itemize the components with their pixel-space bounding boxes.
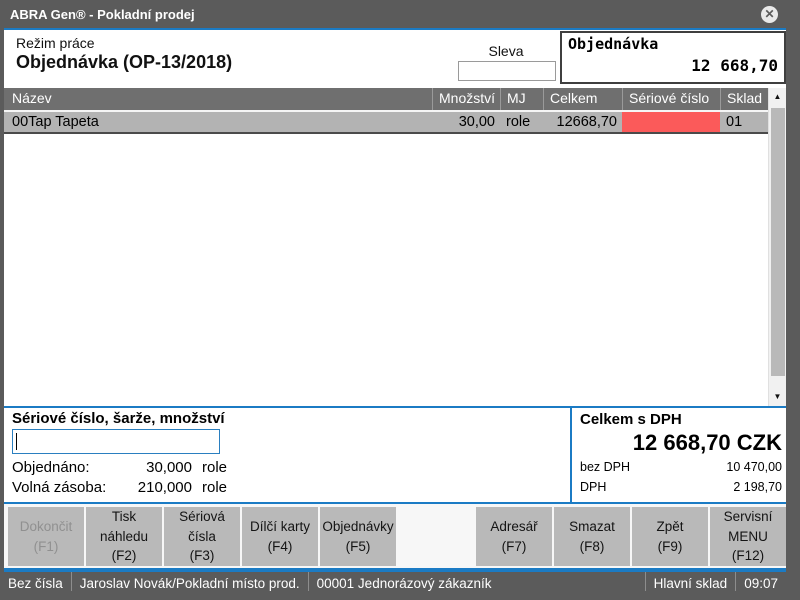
column-header-mj: MJ xyxy=(500,88,543,110)
serial-entry-input[interactable] xyxy=(12,429,220,454)
print-preview-button[interactable]: Tisk náhledu (F2) xyxy=(86,507,162,566)
serial-numbers-button[interactable]: Sériová čísla (F3) xyxy=(164,507,240,566)
column-header-sklad: Sklad xyxy=(720,88,768,110)
table-header: Název Množství MJ Celkem Sériové číslo S… xyxy=(4,88,786,110)
orders-button[interactable]: Objednávky (F5) xyxy=(320,507,396,566)
titlebar: ABRA Gen® - Pokladní prodej ✕ xyxy=(0,0,800,28)
status-user-pos: Jaroslav Novák/Pokladní místo prod. xyxy=(71,572,308,591)
finish-button[interactable]: Dokončit (F1) xyxy=(8,507,84,566)
pos-window: ABRA Gen® - Pokladní prodej ✕ Režim prác… xyxy=(0,0,800,600)
address-book-button[interactable]: Adresář (F7) xyxy=(476,507,552,566)
statusbar: Bez čísla Jaroslav Novák/Pokladní místo … xyxy=(4,570,786,600)
ordered-unit: role xyxy=(202,458,227,478)
work-mode: Režim práce Objednávka (OP-13/2018) xyxy=(16,35,232,73)
window-title: ABRA Gen® - Pokladní prodej xyxy=(0,0,800,22)
cell-nazev: 00Tap Tapeta xyxy=(4,112,432,132)
delete-button[interactable]: Smazat (F8) xyxy=(554,507,630,566)
close-icon[interactable]: ✕ xyxy=(761,6,778,23)
scrollbar-thumb[interactable] xyxy=(771,108,785,376)
display-amount: 12 668,70 xyxy=(568,56,778,75)
text-caret xyxy=(16,433,17,450)
status-customer: 00001 Jednorázový zákazník xyxy=(308,572,645,591)
stock-info: Objednáno: 30,000 role Volná zásoba: 210… xyxy=(12,458,227,498)
totals-title: Celkem s DPH xyxy=(580,411,782,428)
detail-panel: Sériové číslo, šarže, množství Objednáno… xyxy=(4,406,786,504)
cell-seriove-cislo-missing xyxy=(622,112,720,132)
free-stock-label: Volná zásoba: xyxy=(12,478,112,498)
column-header-seriove-cislo: Sériové číslo xyxy=(622,88,720,110)
work-mode-panel: Režim práce Objednávka (OP-13/2018) Slev… xyxy=(4,28,786,88)
items-table: Název Množství MJ Celkem Sériové číslo S… xyxy=(4,88,786,406)
total-without-vat-row: bez DPH 10 470,00 xyxy=(580,458,782,476)
button-spacer xyxy=(398,507,474,566)
serial-entry: Sériové číslo, šarže, množství Objednáno… xyxy=(12,410,227,498)
free-stock-unit: role xyxy=(202,478,227,498)
service-menu-button[interactable]: Servisní MENU (F12) xyxy=(710,507,786,566)
vat-value: 2 198,70 xyxy=(733,478,782,496)
column-header-nazev: Název xyxy=(4,88,432,110)
customer-display: Objednávka 12 668,70 xyxy=(560,31,786,84)
without-vat-value: 10 470,00 xyxy=(726,458,782,476)
discount-label: Sleva xyxy=(456,43,556,59)
scroll-up-icon[interactable]: ▲ xyxy=(769,88,786,106)
work-mode-value: Objednávka (OP-13/2018) xyxy=(16,52,232,73)
cell-mj: role xyxy=(500,112,543,132)
sub-cards-button[interactable]: Dílčí karty (F4) xyxy=(242,507,318,566)
discount-input[interactable] xyxy=(458,61,556,81)
cell-celkem: 12668,70 xyxy=(543,112,622,132)
back-button[interactable]: Zpět (F9) xyxy=(632,507,708,566)
totals-panel: Celkem s DPH 12 668,70 CZK bez DPH 10 47… xyxy=(570,408,786,502)
status-warehouse: Hlavní sklad xyxy=(645,572,736,591)
free-stock-qty: 210,000 xyxy=(122,478,192,498)
function-button-bar: Dokončit (F1) Tisk náhledu (F2) Sériová … xyxy=(4,504,786,570)
work-mode-label: Režim práce xyxy=(16,35,232,51)
cell-mnozstvi: 30,00 xyxy=(432,112,500,132)
without-vat-label: bez DPH xyxy=(580,458,630,476)
column-header-celkem: Celkem xyxy=(543,88,622,110)
vertical-scrollbar[interactable]: ▲ ▼ xyxy=(768,88,786,406)
vat-label: DPH xyxy=(580,478,606,496)
column-header-mnozstvi: Množství xyxy=(432,88,500,110)
vat-row: DPH 2 198,70 xyxy=(580,478,782,496)
ordered-label: Objednáno: xyxy=(12,458,112,478)
display-doc-type: Objednávka xyxy=(568,35,778,53)
serial-entry-label: Sériové číslo, šarže, množství xyxy=(12,410,227,427)
ordered-row: Objednáno: 30,000 role xyxy=(12,458,227,478)
cell-sklad: 01 xyxy=(720,112,768,132)
status-time: 09:07 xyxy=(735,572,786,591)
status-document-number: Bez čísla xyxy=(4,572,71,591)
table-row[interactable]: 00Tap Tapeta 30,00 role 12668,70 01 xyxy=(4,110,786,134)
grand-total: 12 668,70 CZK xyxy=(580,430,782,456)
free-stock-row: Volná zásoba: 210,000 role xyxy=(12,478,227,498)
scroll-down-icon[interactable]: ▼ xyxy=(769,388,786,406)
ordered-qty: 30,000 xyxy=(122,458,192,478)
